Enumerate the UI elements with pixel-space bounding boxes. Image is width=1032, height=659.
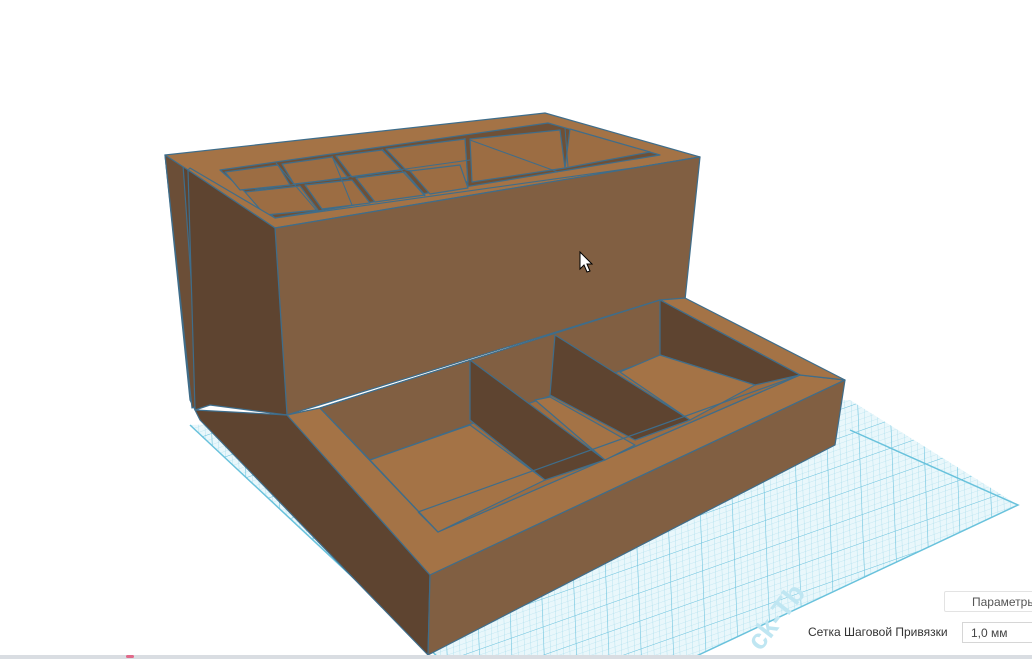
- parameters-button[interactable]: Параметры: [944, 591, 1032, 612]
- bottom-edge-bar: [0, 655, 1032, 659]
- bottom-edge-marker: [126, 655, 134, 658]
- 3d-workspace[interactable]: ck-Tb: [0, 0, 1032, 659]
- snap-grid-select[interactable]: 1,0 мм: [962, 622, 1032, 643]
- snap-grid-label: Сетка Шаговой Привязки: [808, 625, 948, 639]
